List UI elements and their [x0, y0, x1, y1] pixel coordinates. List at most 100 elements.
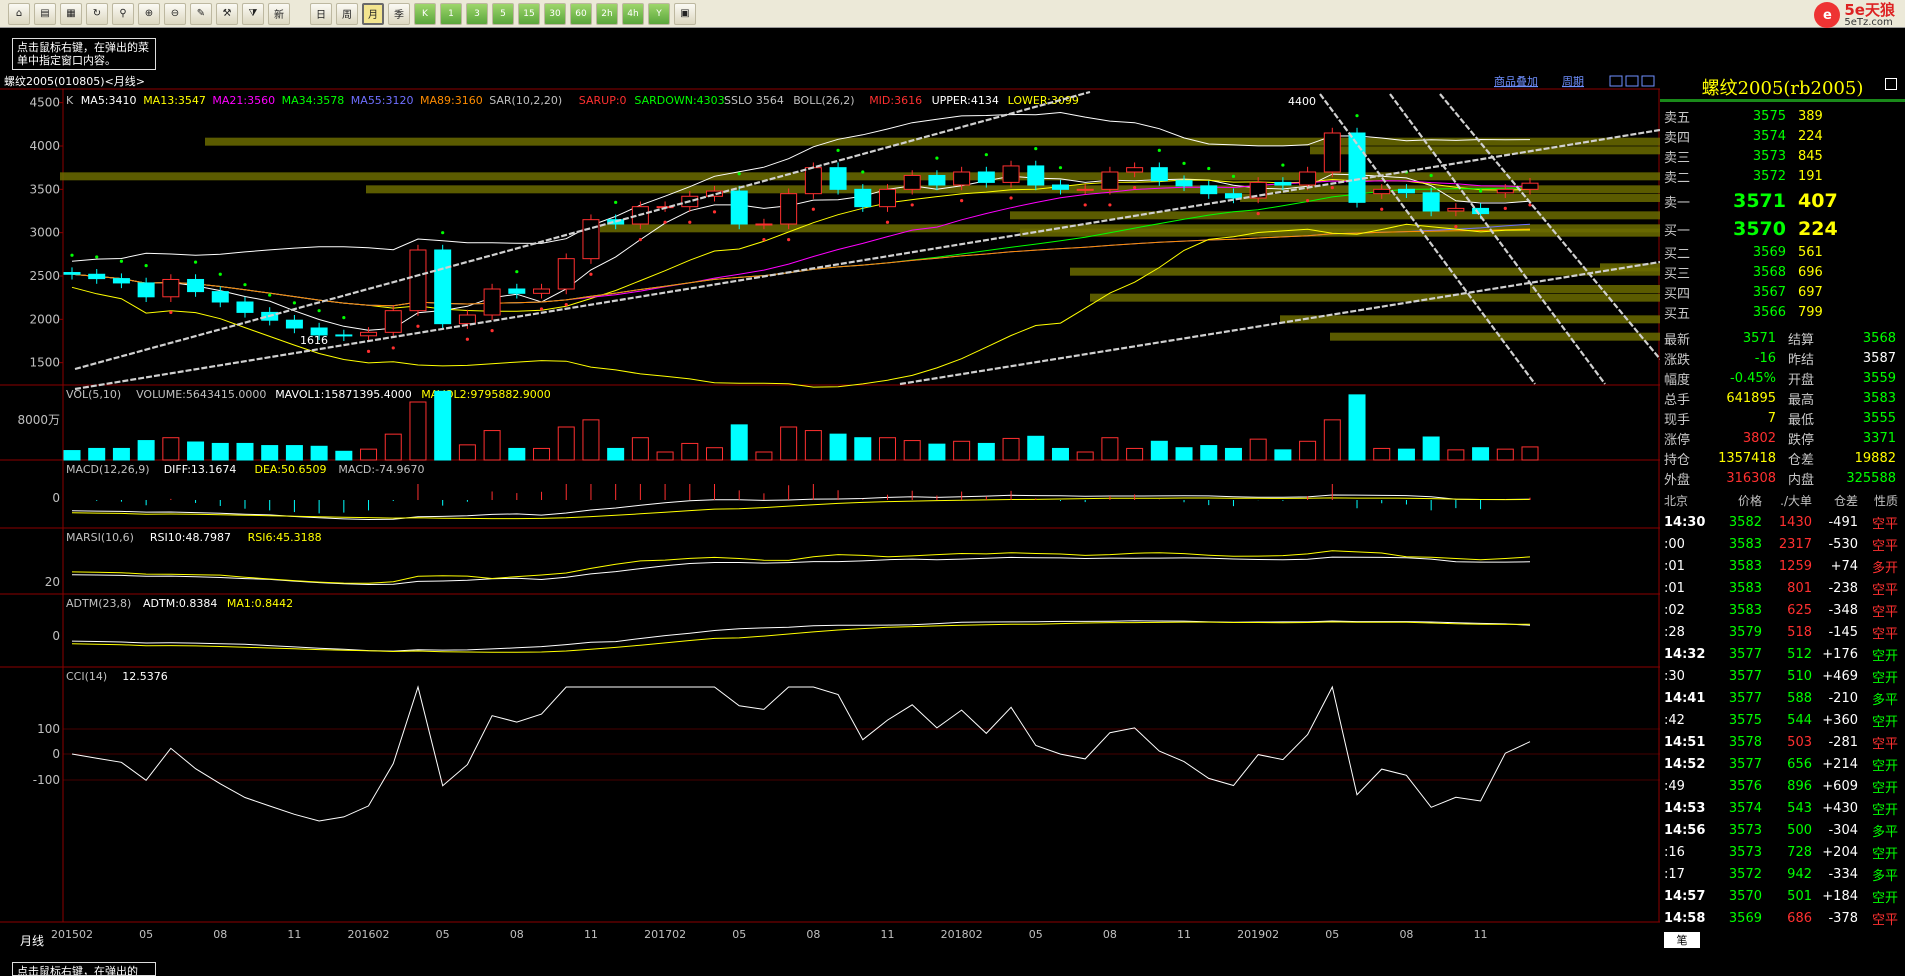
bid-row-4[interactable]: 买五 3566 799: [1664, 302, 1900, 322]
period-button-7[interactable]: 5: [492, 2, 514, 25]
tick-row[interactable]: 14:53 3574 543 +430 空开: [1664, 798, 1902, 820]
vol-legend-1: VOLUME:5643415.0000: [136, 388, 266, 401]
candle-body: [211, 291, 229, 303]
ask-row-4[interactable]: 卖一 3571 407: [1664, 188, 1900, 214]
volume-bar: [335, 450, 353, 461]
chart-area[interactable]: 螺纹2005(010805)<月线> 商品叠加 周期 4500 4000 3500 3000…: [0, 74, 1660, 942]
bid-row-1[interactable]: 买二 3569 561: [1664, 242, 1900, 262]
marsi-legend-1: RSI10:48.7987: [150, 531, 231, 544]
sar-dot: [1157, 148, 1161, 152]
tick-row[interactable]: :28 3579 518 -145 空平: [1664, 622, 1902, 644]
period-button-6[interactable]: 3: [466, 2, 488, 25]
tick-position-change: +360: [1822, 713, 1858, 729]
tick-row[interactable]: :01 3583 1259 +74 多开: [1664, 556, 1902, 578]
period-button-2[interactable]: 月: [362, 2, 384, 25]
new-icon[interactable]: 新: [268, 2, 290, 25]
period-button-13[interactable]: Y: [648, 2, 670, 25]
tick-row[interactable]: :00 3583 2317 -530 空平: [1664, 534, 1902, 556]
bid-row-0[interactable]: 买一 3570 224: [1664, 216, 1900, 242]
volume-bar: [63, 450, 81, 461]
period-button-5[interactable]: 1: [440, 2, 462, 25]
stat-row-4[interactable]: 现手 7 最低 3555: [1664, 408, 1900, 428]
tick-row[interactable]: 14:30 3582 1430 -491 空平: [1664, 512, 1902, 534]
tick-row[interactable]: :49 3576 896 +609 空开: [1664, 776, 1902, 798]
search-icon[interactable]: ⚲: [112, 2, 134, 25]
tick-nature: 空平: [1871, 517, 1898, 533]
volume-bar: [656, 451, 674, 461]
tick-nature: 空平: [1871, 737, 1898, 753]
tick-row[interactable]: :01 3583 801 -238 空平: [1664, 578, 1902, 600]
stat-label: 最低: [1788, 412, 1815, 428]
tick-row[interactable]: :16 3573 728 +204 空开: [1664, 842, 1902, 864]
period-button-9[interactable]: 30: [544, 2, 566, 25]
tick-position-change: +609: [1822, 779, 1858, 795]
stat-row-5[interactable]: 涨停 3802 跌停 3371: [1664, 428, 1900, 448]
sar-dot: [144, 264, 148, 268]
tick-row[interactable]: :17 3572 942 -334 多平: [1664, 864, 1902, 886]
x-tick-label: 11: [584, 928, 598, 941]
tick-price: 3573: [1728, 823, 1762, 839]
panel-maximize-icon[interactable]: [1885, 78, 1897, 90]
tick-row[interactable]: 14:51 3578 503 -281 空平: [1664, 732, 1902, 754]
tick-volume: 686: [1787, 911, 1812, 927]
tick-row[interactable]: :02 3583 625 -348 空平: [1664, 600, 1902, 622]
folder-icon[interactable]: ▤: [34, 2, 56, 25]
sar-dot: [1009, 196, 1013, 200]
bid-row-2[interactable]: 买三 3568 696: [1664, 262, 1900, 282]
ask-row-1[interactable]: 卖四 3574 224: [1664, 126, 1900, 146]
tick-price: 3578: [1728, 735, 1762, 751]
macd-legend-2: DEA:50.6509: [255, 463, 327, 476]
period-button-12[interactable]: 4h: [622, 2, 644, 25]
tick-row[interactable]: 14:41 3577 588 -210 多平: [1664, 688, 1902, 710]
calculator-icon[interactable]: ▣: [674, 2, 696, 25]
period-button-0[interactable]: 日: [310, 2, 332, 25]
sar-dot: [614, 200, 618, 204]
candle-body: [335, 334, 353, 337]
volume-bar: [112, 447, 130, 461]
refresh-icon[interactable]: ↻: [86, 2, 108, 25]
zoom-out-icon[interactable]: ⊖: [164, 2, 186, 25]
tick-row[interactable]: 14:58 3569 686 -378 空平: [1664, 908, 1902, 930]
period-button-11[interactable]: 2h: [596, 2, 618, 25]
tick-row[interactable]: 14:32 3577 512 +176 空开: [1664, 644, 1902, 666]
volume-bar: [1422, 436, 1440, 461]
indicator-legend-5: MA55:3120: [351, 94, 414, 107]
zoom-in-icon[interactable]: ⊕: [138, 2, 160, 25]
period-label[interactable]: 月线: [2, 932, 62, 948]
tick-time: 14:57: [1664, 889, 1706, 905]
tools-icon[interactable]: ⚒: [216, 2, 238, 25]
volume-profile-band: [1070, 267, 1660, 276]
ask-row-0[interactable]: 卖五 3575 389: [1664, 106, 1900, 126]
stat-row-2[interactable]: 幅度 -0.45% 开盘 3559: [1664, 368, 1900, 388]
bid-row-3[interactable]: 买四 3567 697: [1664, 282, 1900, 302]
period-button-1[interactable]: 周: [336, 2, 358, 25]
filter-icon[interactable]: ⧩: [242, 2, 264, 25]
stat-row-1[interactable]: 涨跌 -16 昨结 3587: [1664, 348, 1900, 368]
report-icon[interactable]: ▦: [60, 2, 82, 25]
tick-row[interactable]: :30 3577 510 +469 空开: [1664, 666, 1902, 688]
ask-row-3[interactable]: 卖二 3572 191: [1664, 166, 1900, 186]
tick-volume: 500: [1787, 823, 1812, 839]
bid-volume: 224: [1798, 218, 1838, 240]
tick-row[interactable]: 14:57 3570 501 +184 空开: [1664, 886, 1902, 908]
tick-price: 3577: [1728, 691, 1762, 707]
tick-row[interactable]: :42 3575 544 +360 空开: [1664, 710, 1902, 732]
stat-row-6[interactable]: 持仓 1357418 仓差 19882: [1664, 448, 1900, 468]
ask-volume: 845: [1798, 148, 1823, 164]
home-icon[interactable]: ⌂: [8, 2, 30, 25]
candle-body: [384, 310, 402, 333]
draw-icon[interactable]: ✎: [190, 2, 212, 25]
tick-row[interactable]: 14:56 3573 500 -304 多平: [1664, 820, 1902, 842]
x-tick-label: 201702: [644, 928, 686, 941]
ask-row-2[interactable]: 卖三 3573 845: [1664, 146, 1900, 166]
period-button-4[interactable]: K: [414, 2, 436, 25]
period-button-3[interactable]: 季: [388, 2, 410, 25]
tick-price: 3570: [1728, 889, 1762, 905]
stat-row-3[interactable]: 总手 641895 最高 3583: [1664, 388, 1900, 408]
period-button-8[interactable]: 15: [518, 2, 540, 25]
period-button-10[interactable]: 60: [570, 2, 592, 25]
stat-row-0[interactable]: 最新 3571 结算 3568: [1664, 328, 1900, 348]
tab-ticks[interactable]: 笔: [1664, 932, 1700, 948]
tick-row[interactable]: 14:52 3577 656 +214 空开: [1664, 754, 1902, 776]
stat-row-7[interactable]: 外盘 316308 内盘 325588: [1664, 468, 1900, 488]
